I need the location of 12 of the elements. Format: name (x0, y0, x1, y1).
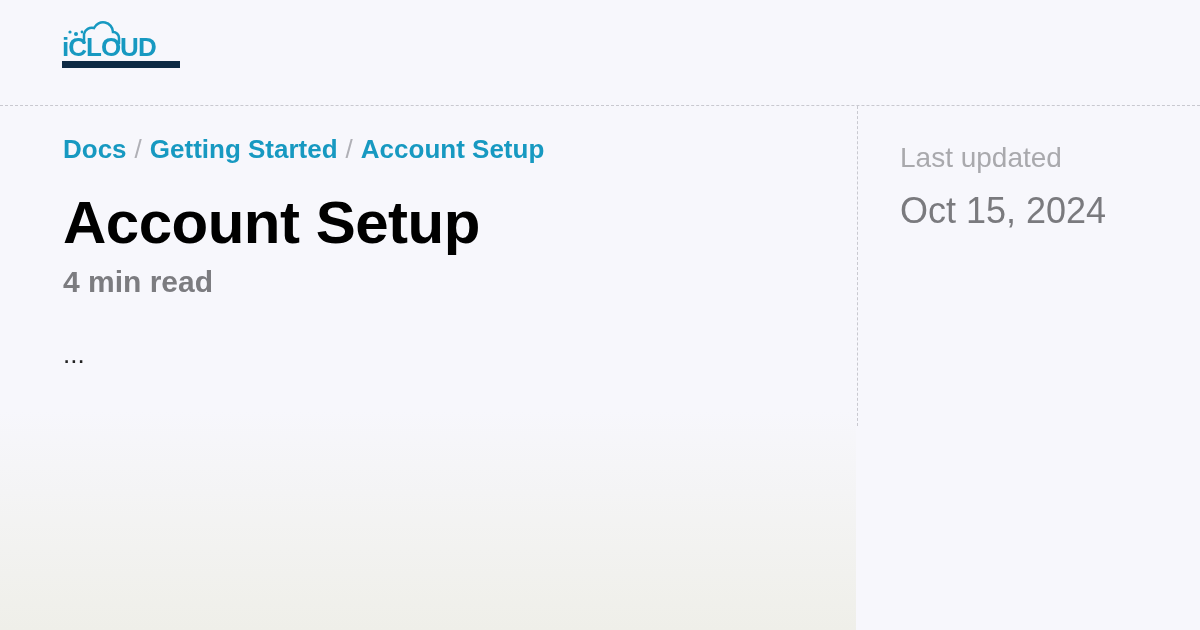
excerpt: ... (63, 339, 86, 370)
breadcrumb-link[interactable]: Docs (63, 134, 127, 165)
breadcrumb-link[interactable]: Getting Started (149, 134, 338, 165)
reading-time: 4 min read (63, 265, 215, 299)
logo-strip-icon (62, 61, 180, 68)
breadcrumb-separator: / (134, 134, 142, 165)
breadcrumb-separator: / (345, 134, 353, 165)
updated-date: Oct 15, 2024 (900, 190, 1107, 232)
page-title: Account Setup (63, 188, 481, 258)
logo: iCLOUD (62, 20, 182, 68)
breadcrumb-link[interactable]: Account Setup (360, 134, 545, 165)
last-updated-label: Last updated (900, 142, 1063, 174)
